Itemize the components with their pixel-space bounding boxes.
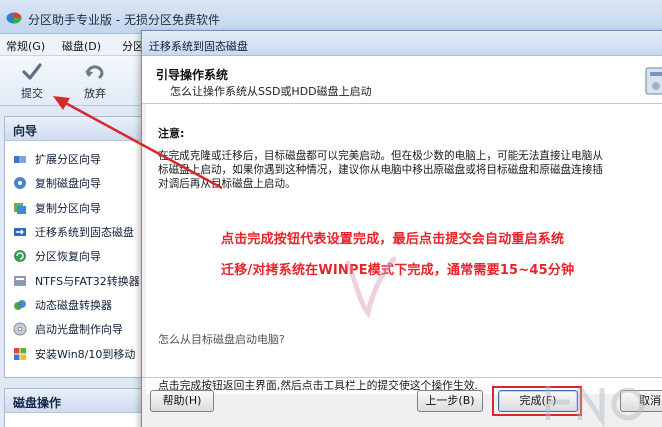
ntfs-fat32-icon [14,275,26,286]
help-button[interactable]: 帮助(H) [150,390,214,412]
wizard-item-label: 扩展分区向导 [35,153,101,167]
copy-partition-icon [14,202,26,214]
site-watermark-icon [545,386,645,427]
wizard-item-dynamic-disk[interactable]: 动态磁盘转换器 [13,293,145,317]
migrate-dialog: 迁移系统到固态磁盘 引导操作系统 怎么让操作系统从SSD或HDD磁盘上启动 注意… [141,30,662,427]
copy-disk-icon [14,177,26,190]
app-title: 分区助手专业版 - 无损分区免费软件 [28,13,220,27]
discard-label: 放弃 [84,87,106,100]
discard-button[interactable]: 放弃 [75,60,115,104]
dialog-content: 注意: 在完成克隆或迁移后，目标磁盘都可以完美启动。但在极少数的电脑上，可能无法… [146,104,662,394]
brush-watermark-icon [345,256,397,317]
dialog-subheading: 怎么让操作系统从SSD或HDD磁盘上启动 [170,85,372,98]
undo-icon [85,65,104,79]
wizard-panel: 向导 扩展分区向导 复制磁盘向导 复制分区向导 迁移系统到固态磁盘 分区恢复向导 [4,116,146,378]
wizard-item-label: 启动光盘制作向导 [35,323,123,337]
dialog-heading: 引导操作系统 [156,68,229,82]
dialog-title: 迁移系统到固态磁盘 [149,40,248,53]
wizard-item-win-install[interactable]: 安装Win8/10到移动 [13,341,145,365]
wizard-item-label: 复制磁盘向导 [35,177,101,191]
menu-general[interactable]: 常规(G) [6,38,45,54]
dynamic-disk-icon [14,299,26,310]
wizard-item-label: 迁移系统到固态磁盘 [35,226,134,240]
wizard-item-migrate-ssd[interactable]: 迁移系统到固态磁盘 [13,220,145,244]
boot-disc-icon [13,322,27,336]
disk-migrate-icon [645,67,662,95]
note-line-1: 在完成克隆或迁移后，目标磁盘都可以完美启动。但在极少数的电脑上，可能无法直接让电… [158,150,603,162]
note-line-2: 标磁盘上启动，如果你遇到这种情况，建议你从电脑中移出原磁盘或将目标磁盘和原磁盘连… [158,164,603,176]
wizard-item-ntfs-fat32[interactable]: NTFS与FAT32转换器 [13,268,145,292]
dialog-title-bar: 迁移系统到固态磁盘 [142,31,662,56]
win-install-icon [14,347,26,360]
back-button[interactable]: 上一步(B) [417,390,483,412]
menu-bar: 常规(G) 磁盘(D) 分区 [0,34,150,56]
wizard-item-label: 分区恢复向导 [35,250,101,264]
toolbar: 提交 放弃 [0,56,150,106]
disk-operations-panel: 磁盘操作 [4,388,146,427]
app-logo-icon [6,12,22,24]
migrate-ssd-icon [14,228,26,237]
submit-button[interactable]: 提交 [12,60,52,104]
partition-recovery-icon [14,250,26,263]
wizard-panel-header: 向导 [5,117,145,141]
wizard-item-label: 安装Win8/10到移动 [35,347,136,361]
wizard-item-extend-partition[interactable]: 扩展分区向导 [13,147,145,171]
note-line-3: 对调后再从目标磁盘上启动。 [158,178,296,190]
wizard-item-copy-disk[interactable]: 复制磁盘向导 [13,171,145,195]
dialog-header: 引导操作系统 怎么让操作系统从SSD或HDD磁盘上启动 [142,56,662,104]
footer-divider [142,377,662,378]
disk-panel-header: 磁盘操作 [5,389,145,413]
wizard-list: 扩展分区向导 复制磁盘向导 复制分区向导 迁移系统到固态磁盘 分区恢复向导 NT… [5,141,145,366]
wizard-item-copy-partition[interactable]: 复制分区向导 [13,196,145,220]
boot-question: 怎么从目标磁盘启动电脑? [158,333,285,346]
wizard-item-label: 复制分区向导 [35,201,101,215]
extend-partition-icon [14,156,26,164]
checkmark-icon [22,63,42,80]
app-title-bar: 分区助手专业版 - 无损分区免费软件 [0,0,662,34]
submit-label: 提交 [21,87,43,100]
annotation-finish: 点击完成按钮代表设置完成，最后点击提交会自动重启系统 [221,232,565,247]
wizard-item-label: NTFS与FAT32转换器 [35,274,140,288]
wizard-item-boot-disc[interactable]: 启动光盘制作向导 [13,317,145,341]
note-label: 注意: [158,127,185,140]
left-panel: 向导 扩展分区向导 复制磁盘向导 复制分区向导 迁移系统到固态磁盘 分区恢复向导 [0,106,150,427]
wizard-item-partition-recovery[interactable]: 分区恢复向导 [13,244,145,268]
menu-disk[interactable]: 磁盘(D) [62,38,101,54]
wizard-item-label: 动态磁盘转换器 [35,298,112,312]
